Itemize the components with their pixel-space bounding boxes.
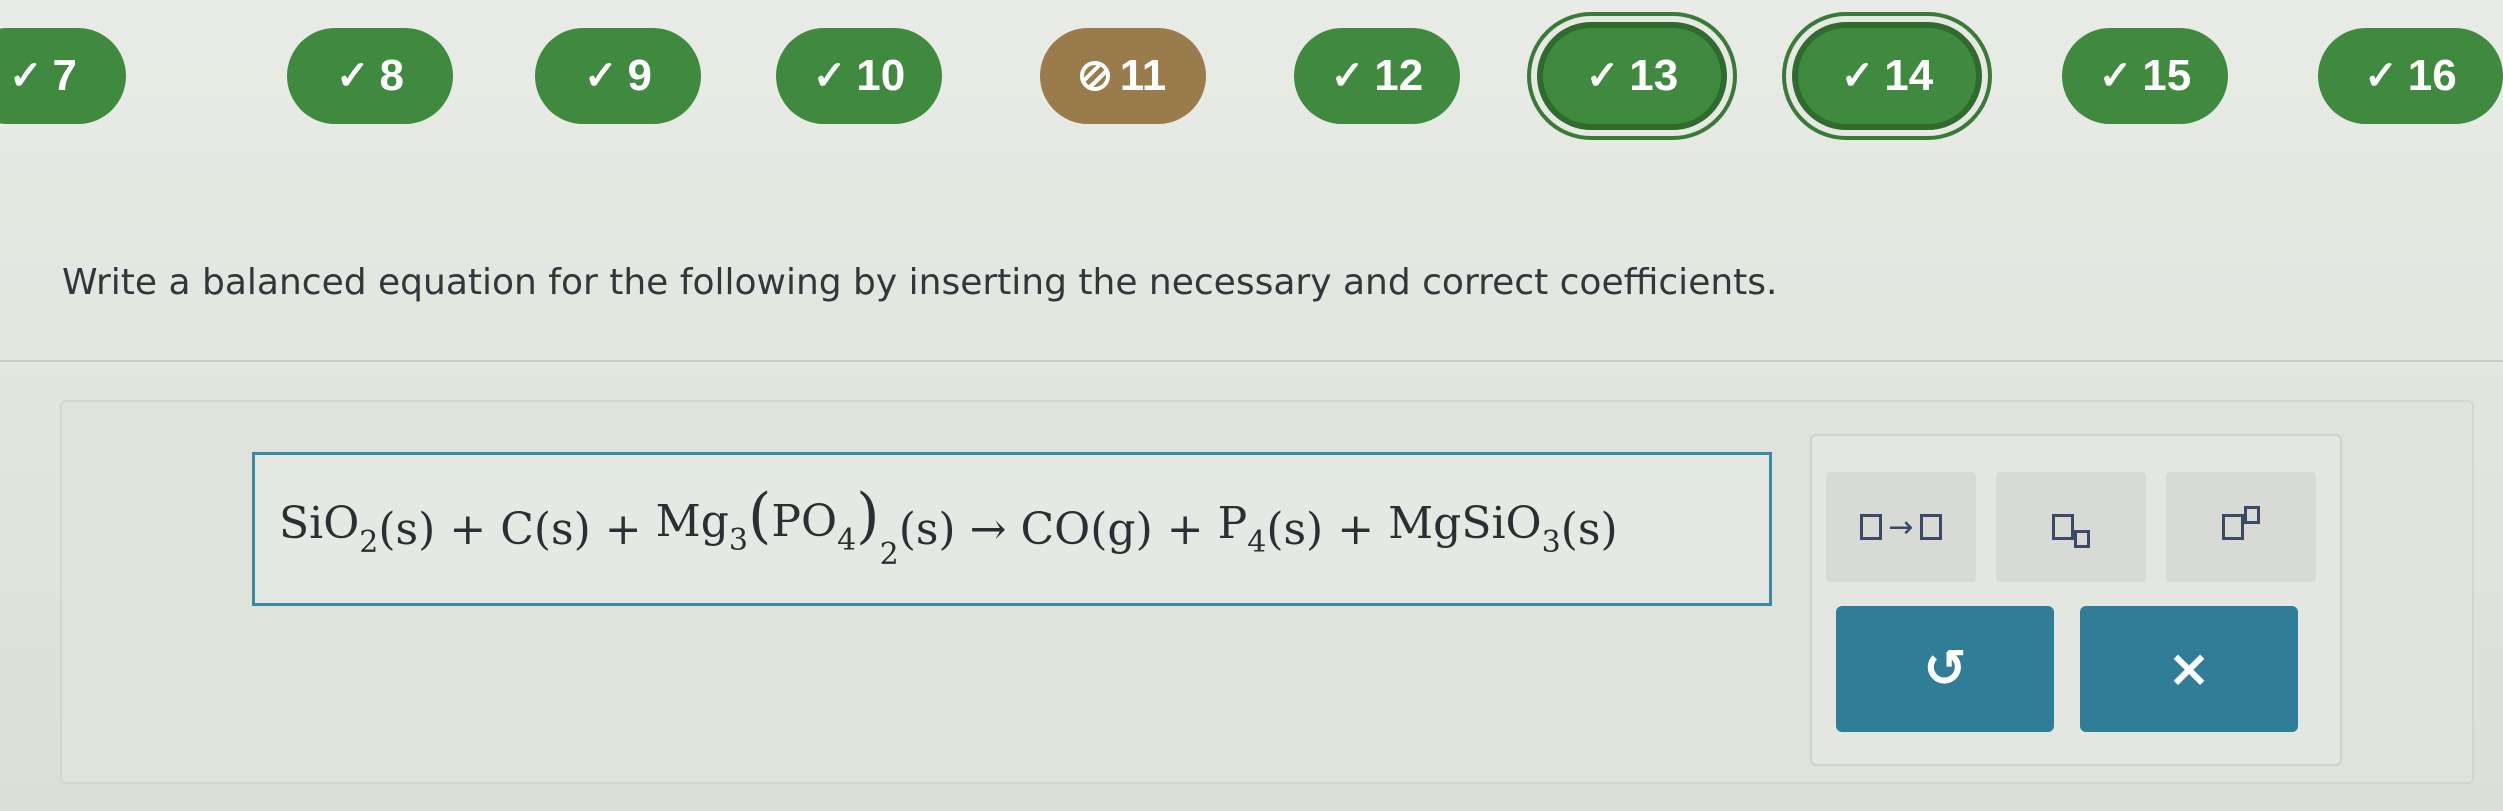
p4-formula: P4 xyxy=(1217,498,1267,560)
check-icon: ✓ xyxy=(1840,54,1875,98)
question-pill-16[interactable]: ✓ 16 xyxy=(2318,28,2503,124)
state-label: (s) xyxy=(1266,503,1324,555)
state-label: (s) xyxy=(898,503,956,555)
question-number: 10 xyxy=(856,51,906,100)
question-number: 13 xyxy=(1629,51,1679,100)
plus-sign: + xyxy=(449,503,487,555)
mgsio3-formula: MgSiO3 xyxy=(1388,498,1561,560)
clear-button[interactable]: × xyxy=(2080,606,2298,732)
superscript-tool[interactable] xyxy=(2166,472,2316,582)
question-pill-8[interactable]: ✓ 8 xyxy=(287,28,453,124)
reaction-arrow-tool[interactable]: → xyxy=(1826,472,1976,582)
state-label: (s) xyxy=(533,503,591,555)
check-icon: ✓ xyxy=(812,54,847,98)
question-prompt: Write a balanced equation for the follow… xyxy=(62,262,1778,303)
question-number: 9 xyxy=(627,51,652,100)
reaction-arrow: → xyxy=(969,503,1007,555)
question-number: 7 xyxy=(52,51,77,100)
question-number: 8 xyxy=(379,51,404,100)
subscript-tool[interactable] xyxy=(1996,472,2146,582)
check-icon: ✓ xyxy=(9,54,43,98)
check-icon: ✓ xyxy=(584,54,618,98)
check-icon: ✓ xyxy=(336,54,370,98)
check-icon: ✓ xyxy=(2098,54,2133,98)
question-number: 11 xyxy=(1119,51,1167,100)
plus-sign: + xyxy=(1337,503,1375,555)
question-number: 15 xyxy=(2142,51,2192,100)
undo-icon: ↺ xyxy=(1923,639,1967,699)
question-navigation: ✓ 7 ✓ 8 ✓ 9 ✓ 10 11 ✓ 12 ✓ 13 ✓ 14 ✓ 15 … xyxy=(0,0,2503,160)
state-label: (s) xyxy=(1560,503,1618,555)
question-pill-10[interactable]: ✓ 10 xyxy=(776,28,942,124)
question-pill-12[interactable]: ✓ 12 xyxy=(1294,28,1460,124)
placeholder-box-icon xyxy=(2052,514,2074,540)
co-formula: CO xyxy=(1020,503,1091,555)
undo-button[interactable]: ↺ xyxy=(1836,606,2054,732)
question-pill-13[interactable]: ✓ 13 xyxy=(1537,22,1727,130)
close-icon: × xyxy=(2167,639,2211,699)
question-pill-11[interactable]: 11 xyxy=(1040,28,1206,124)
carbon-formula: C xyxy=(500,503,534,555)
question-pill-7[interactable]: ✓ 7 xyxy=(0,28,126,124)
question-number: 16 xyxy=(2407,51,2457,100)
placeholder-box-icon xyxy=(2222,514,2244,540)
check-icon: ✓ xyxy=(1585,54,1620,98)
equation-input[interactable]: SiO2 (s) + C (s) + Mg3(PO4)2 (s) → CO (g) + … xyxy=(252,452,1772,606)
question-pill-9[interactable]: ✓ 9 xyxy=(535,28,701,124)
check-icon: ✓ xyxy=(2364,54,2398,98)
divider xyxy=(0,360,2503,362)
arrow-icon: → xyxy=(1888,509,1914,545)
plus-sign: + xyxy=(1166,503,1204,555)
placeholder-box-icon xyxy=(1919,514,1942,540)
mg3po42-formula: Mg3(PO4)2 xyxy=(655,481,899,572)
state-label: (g) xyxy=(1090,503,1153,555)
question-pill-15[interactable]: ✓ 15 xyxy=(2062,28,2228,124)
check-icon: ✓ xyxy=(1330,54,1365,98)
sio2-formula: SiO2 xyxy=(279,498,379,560)
superscript-box-icon xyxy=(2244,506,2260,524)
placeholder-box-icon xyxy=(1860,514,1883,540)
question-number: 12 xyxy=(1374,51,1424,100)
state-label: (s) xyxy=(378,503,436,555)
plus-sign: + xyxy=(604,503,642,555)
partial-credit-icon xyxy=(1079,61,1110,91)
question-number: 14 xyxy=(1884,51,1934,100)
subscript-box-icon xyxy=(2074,530,2090,548)
question-pill-14[interactable]: ✓ 14 xyxy=(1792,22,1982,130)
